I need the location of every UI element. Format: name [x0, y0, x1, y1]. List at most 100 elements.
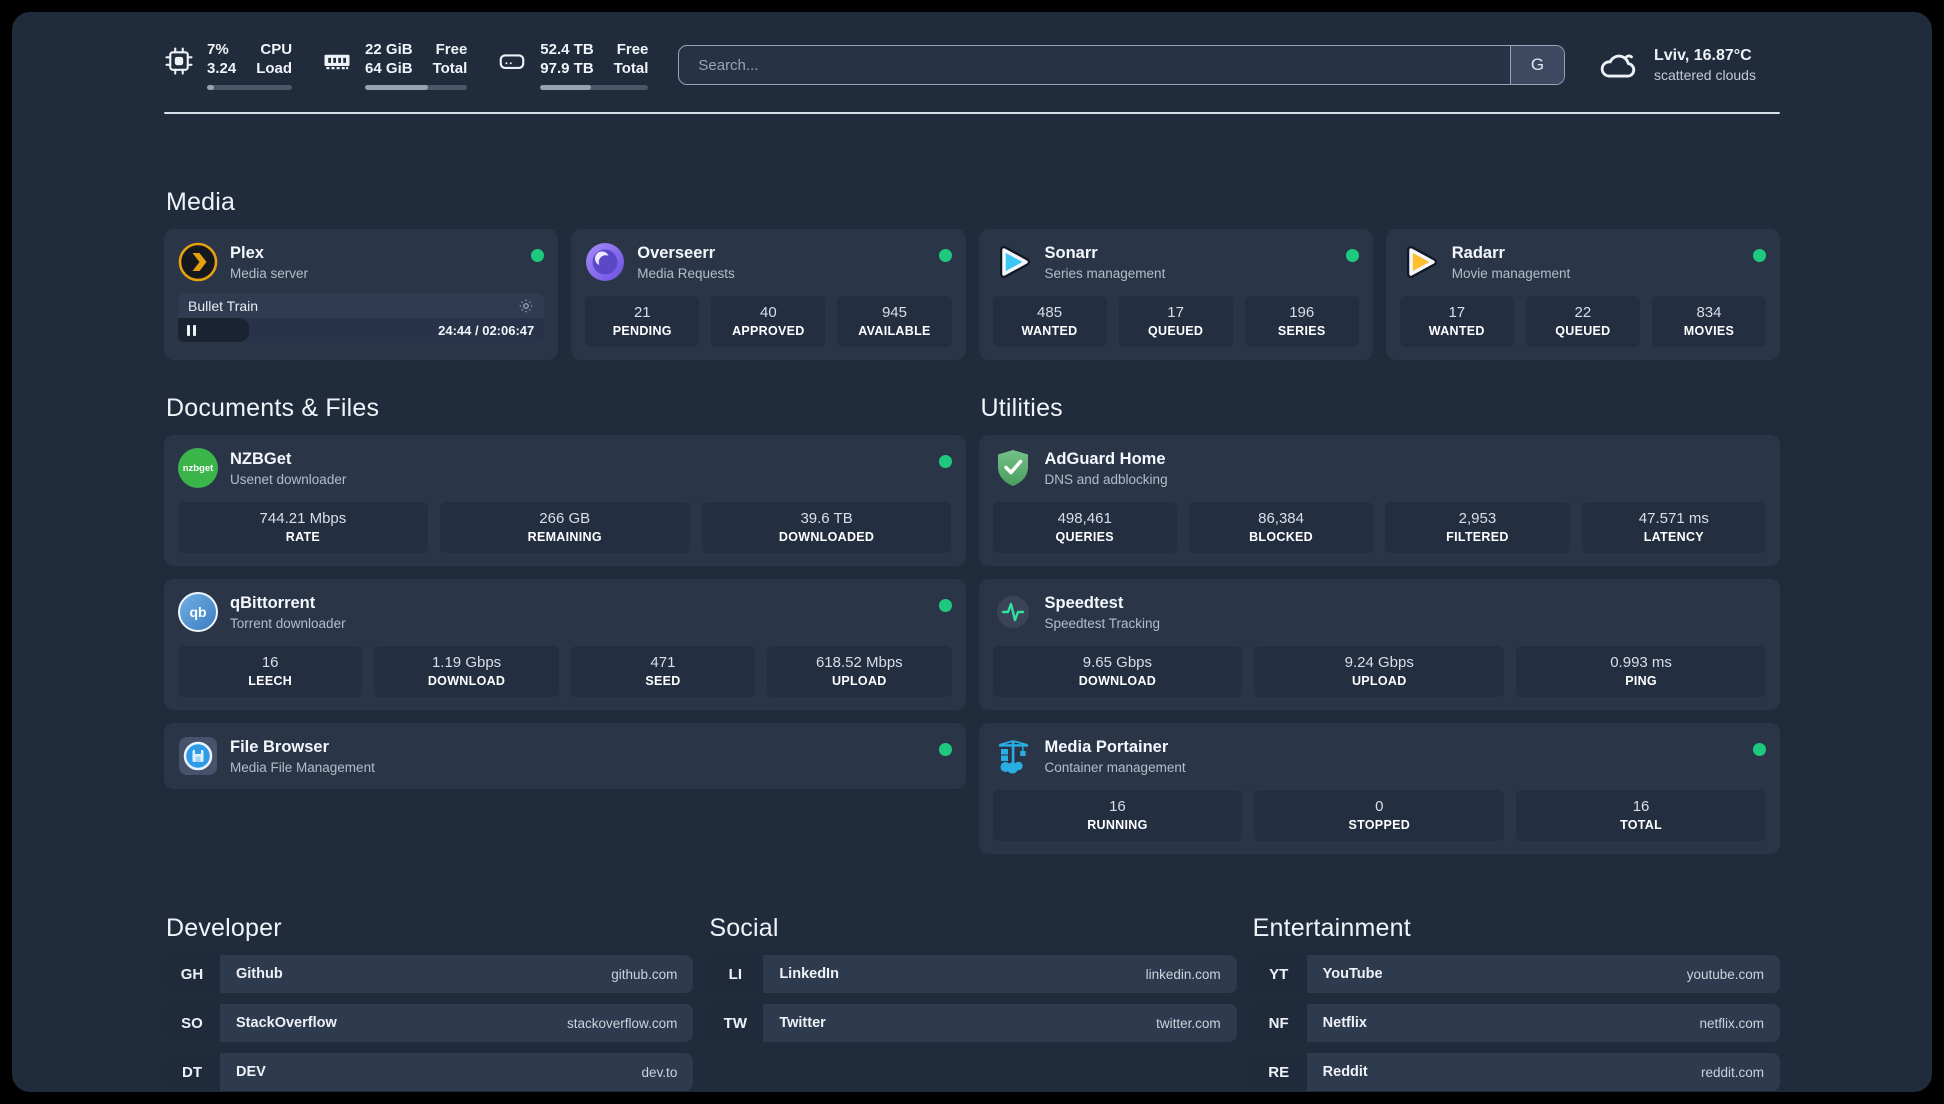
stat-box: 39.6 TB DOWNLOADED — [701, 502, 952, 553]
bookmark-name: LinkedIn — [779, 966, 839, 982]
stat-box: 471 SEED — [570, 646, 756, 697]
stat-box: 40 APPROVED — [711, 296, 826, 347]
stat-box: 196 SERIES — [1244, 296, 1359, 347]
stat-box: 16 TOTAL — [1516, 790, 1766, 841]
card-plex[interactable]: Plex Media server Bullet Train 24:44 / 0… — [164, 229, 559, 360]
card-subtitle: Media Requests — [637, 265, 735, 281]
stat-box: 21 PENDING — [585, 296, 700, 347]
qbittorrent-icon: qb — [178, 592, 218, 632]
ram-total-label: Total — [432, 60, 468, 77]
card-title: NZBGet — [230, 449, 292, 468]
bookmark-youtube[interactable]: YT YouTube youtube.com — [1250, 955, 1780, 993]
overseerr-icon — [585, 242, 625, 282]
bookmark-linkedin[interactable]: LI LinkedIn linkedin.com — [707, 955, 1237, 993]
speedtest-pulse-icon — [993, 592, 1033, 632]
filebrowser-icon — [178, 736, 218, 776]
search-engine-button[interactable]: G — [1510, 46, 1564, 84]
stat-box: 9.65 Gbps DOWNLOAD — [992, 646, 1243, 697]
linkedin-abbr-icon: LI — [707, 955, 764, 993]
gear-icon[interactable] — [518, 298, 534, 314]
stat-box: 22 QUEUED — [1525, 296, 1640, 347]
stat-box: 17 WANTED — [1399, 296, 1514, 347]
bookmark-name: Github — [236, 966, 283, 982]
portainer-crane-icon — [993, 736, 1033, 776]
card-sonarr[interactable]: Sonarr Series management 485 WANTED 17 QUE… — [978, 229, 1373, 360]
now-playing-title: Bullet Train — [188, 298, 259, 314]
disk-free-label: Free — [616, 41, 649, 58]
dashboard: 7% 3.24 CPU Load 22 GiB 64 GiB Free Total — [12, 12, 1932, 1092]
header-divider — [164, 112, 1780, 114]
card-subtitle: Media File Management — [230, 759, 375, 775]
social-section-title: Social — [709, 914, 779, 942]
stat-box: 0 STOPPED — [1254, 790, 1505, 841]
ram-free-label: Free — [435, 41, 468, 58]
bookmark-url: linkedin.com — [1145, 966, 1221, 982]
bookmark-netflix[interactable]: NF Netflix netflix.com — [1250, 1004, 1780, 1042]
card-adguard[interactable]: AdGuard Home DNS and adblocking 498,461 Q… — [978, 435, 1780, 566]
stat-box: 945 AVAILABLE — [837, 296, 952, 347]
card-filebrowser[interactable]: File Browser Media File Management — [164, 723, 966, 789]
disk-stat: 52.4 TB 97.9 TB Free Total — [497, 40, 649, 90]
bookmark-github[interactable]: GH Github github.com — [164, 955, 694, 993]
bookmark-name: Reddit — [1322, 1064, 1368, 1080]
cloud-icon — [1595, 46, 1641, 84]
bookmark-url: twitter.com — [1156, 1015, 1221, 1031]
bookmark-name: YouTube — [1322, 966, 1383, 982]
bookmark-dev[interactable]: DT DEV dev.to — [164, 1053, 694, 1091]
ram-total-value: 64 GiB — [365, 60, 413, 77]
status-dot — [938, 249, 952, 262]
bookmark-twitter[interactable]: TW Twitter twitter.com — [707, 1004, 1237, 1042]
bookmark-name: Twitter — [779, 1015, 826, 1031]
plex-now-playing: Bullet Train 24:44 / 02:06:47 — [178, 293, 545, 342]
card-title: Radarr — [1451, 243, 1505, 262]
card-subtitle: Speedtest Tracking — [1044, 615, 1161, 631]
disk-icon — [497, 46, 527, 76]
card-radarr[interactable]: Radarr Movie management 17 WANTED 22 QUEUE… — [1385, 229, 1780, 360]
stat-box: 9.24 Gbps UPLOAD — [1254, 646, 1505, 697]
card-title: Plex — [230, 243, 264, 262]
section-media: Media Plex Media server Bullet Train 24:… — [164, 188, 1780, 360]
card-overseerr[interactable]: Overseerr Media Requests 21 PENDING 40 APP… — [571, 229, 966, 360]
sonarr-icon — [993, 242, 1033, 282]
stat-box: 2,953 FILTERED — [1385, 502, 1570, 553]
cpu-usage: 7% — [207, 41, 229, 58]
stat-box: 47.571 ms LATENCY — [1581, 502, 1766, 553]
bookmark-reddit[interactable]: RE Reddit reddit.com — [1250, 1053, 1780, 1091]
status-dot — [1345, 249, 1359, 262]
disk-free-value: 52.4 TB — [540, 41, 594, 58]
card-title: Sonarr — [1044, 243, 1098, 262]
playback-time: 24:44 / 02:06:47 — [438, 322, 535, 338]
documents-section-title: Documents & Files — [166, 394, 380, 422]
stat-box: 618.52 Mbps UPLOAD — [767, 646, 952, 697]
search-bar: G — [678, 45, 1565, 85]
bookmark-group-entertainment: Entertainment YT YouTube youtube.com NF N… — [1250, 914, 1780, 1091]
card-nzbget[interactable]: nzbget NZBGet Usenet downloader 744.21 M… — [164, 435, 966, 566]
stat-box: 485 WANTED — [992, 296, 1107, 347]
card-portainer[interactable]: Media Portainer Container management 16 R… — [978, 723, 1780, 854]
dev-abbr-icon: DT — [164, 1053, 220, 1091]
status-dot — [1753, 743, 1766, 756]
status-dot — [938, 455, 952, 468]
cpu-progress-bar — [207, 85, 293, 90]
ram-progress-bar — [365, 85, 468, 90]
playback-progress-bar[interactable]: 24:44 / 02:06:47 — [178, 318, 545, 342]
card-speedtest[interactable]: Speedtest Speedtest Tracking 9.65 Gbps DO… — [978, 579, 1780, 710]
search-input[interactable] — [679, 46, 1510, 84]
bookmark-stackoverflow[interactable]: SO StackOverflow stackoverflow.com — [164, 1004, 694, 1042]
pause-button[interactable] — [178, 318, 250, 342]
stat-box: 16 LEECH — [178, 646, 363, 697]
disk-total-label: Total — [613, 60, 649, 77]
stat-box: 834 MOVIES — [1651, 296, 1766, 347]
card-qbittorrent[interactable]: qb qBittorrent Torrent downloader 16 LEEC… — [164, 579, 966, 710]
cpu-load-value: 3.24 — [207, 60, 237, 77]
status-dot — [938, 743, 952, 756]
status-dot — [938, 599, 952, 612]
nzbget-icon: nzbget — [178, 448, 218, 488]
stat-box: 17 QUEUED — [1118, 296, 1233, 347]
weather-widget[interactable]: Lviv, 16.87°C scattered clouds — [1595, 46, 1780, 84]
bookmark-url: netflix.com — [1699, 1015, 1764, 1031]
stat-box: 744.21 Mbps RATE — [178, 502, 428, 553]
bookmark-name: StackOverflow — [236, 1015, 337, 1031]
bookmark-name: DEV — [236, 1064, 266, 1080]
card-title: Media Portainer — [1044, 737, 1169, 756]
